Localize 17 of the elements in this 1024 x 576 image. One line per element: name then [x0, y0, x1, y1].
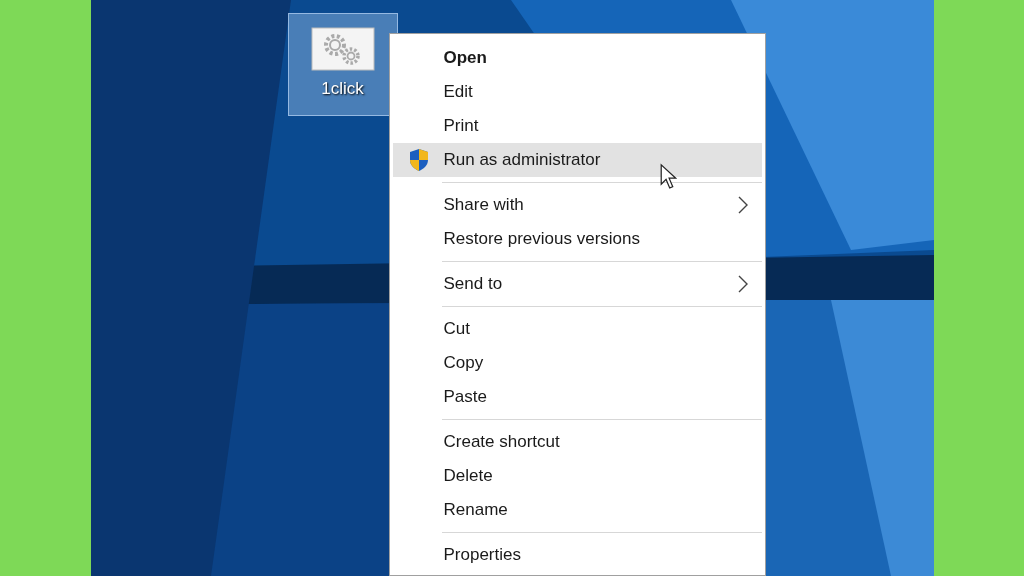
chevron-right-icon [737, 275, 748, 293]
menu-item[interactable]: Paste [392, 380, 762, 414]
chevron-right-icon [737, 196, 748, 214]
menu-item[interactable]: Copy [392, 346, 762, 380]
menu-item[interactable]: Create shortcut [392, 425, 762, 459]
cursor-icon [659, 163, 677, 191]
gear-icon [310, 27, 375, 71]
menu-item[interactable]: Rename [392, 493, 762, 527]
shield-icon [409, 148, 429, 172]
menu-item[interactable]: Delete [392, 459, 762, 493]
menu-item[interactable]: Cut [392, 312, 762, 346]
menu-item[interactable]: Run as administrator [392, 143, 762, 177]
menu-item[interactable]: Properties [392, 538, 762, 572]
icon-label: 1click [321, 79, 364, 99]
menu-item[interactable]: Restore previous versions [392, 222, 762, 256]
desktop-icon[interactable]: 1click [287, 13, 398, 116]
menu-item[interactable]: Share with [392, 188, 762, 222]
